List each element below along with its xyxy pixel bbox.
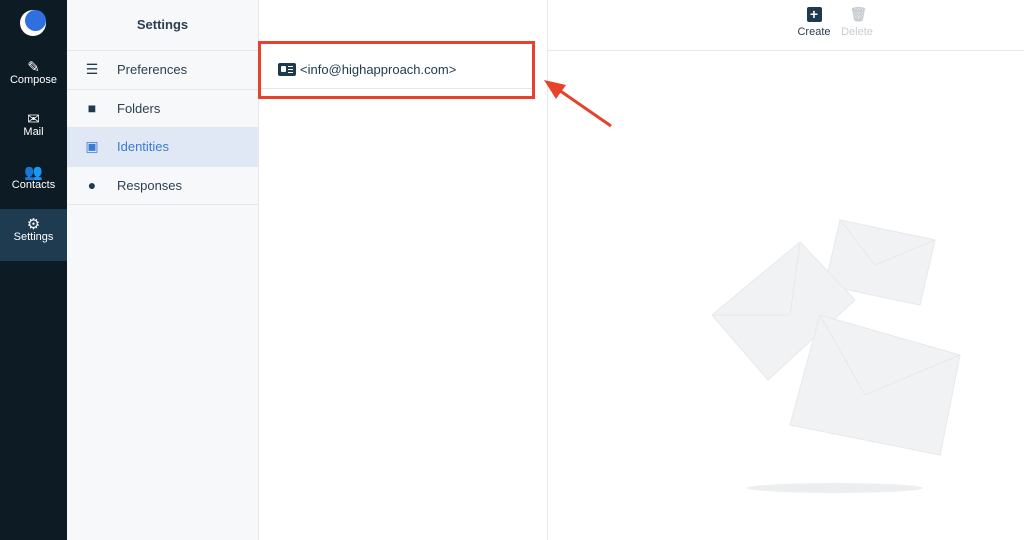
- envelopes-illustration-icon: [711, 219, 961, 493]
- arrow-icon: [544, 80, 612, 128]
- overlay: [544, 80, 961, 493]
